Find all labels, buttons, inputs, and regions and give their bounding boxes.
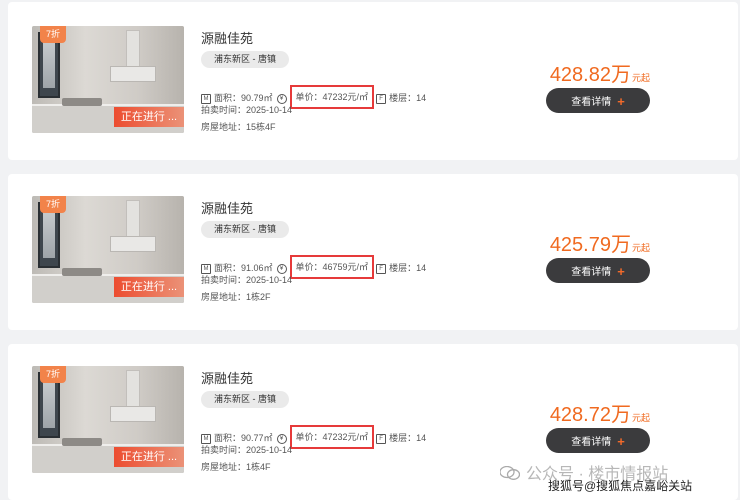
wechat-icon [500,466,520,480]
view-details-label: 查看详情 [571,267,612,278]
floor-text: 楼层：14 [389,433,427,443]
view-details-label: 查看详情 [571,97,612,108]
view-details-button[interactable]: 查看详情 + [546,428,650,453]
view-details-button[interactable]: 查看详情 + [546,258,650,283]
listing-name[interactable]: 源融佳苑 [201,28,253,47]
listing-name[interactable]: 源融佳苑 [201,368,253,387]
meta-row-area-price-floor: M 面积：90.77㎡ ¥ 单价：47232元/㎡ F 楼层：14 [201,425,427,449]
unit-price-highlight: 单价：47232元/㎡ [289,425,375,449]
floor-icon: F [376,263,387,274]
area-text: 面积：90.79㎡ [214,93,273,103]
discount-tag: 7折 [40,26,66,43]
listing-name[interactable]: 源融佳苑 [201,198,253,217]
listing-photo[interactable]: 7折 正在进行 ... [32,366,184,473]
district-tag: 浦东新区 - 唐镇 [201,391,289,408]
listing-photo[interactable]: 7折 正在进行 ... [32,26,184,133]
starting-price: 425.79万元起 [550,228,650,257]
auction-time: 拍卖时间：2025-10-14 [201,105,293,115]
view-details-label: 查看详情 [571,437,612,448]
price-suffix: 元起 [631,243,650,253]
kitchen-sink [62,268,102,276]
starting-price: 428.72万元起 [550,398,650,427]
range-hood-pipe [126,370,140,408]
district-tag: 浦东新区 - 唐镇 [201,51,289,68]
sohu-watermark: 搜狐号@搜狐焦点嘉峪关站 [548,479,693,493]
auction-time: 拍卖时间：2025-10-14 [201,275,293,285]
price-suffix: 元起 [631,73,650,83]
meta-row-area-price-floor: M 面积：90.79㎡ ¥ 单价：47232元/㎡ F 楼层：14 [201,85,427,109]
listing-photo[interactable]: 7折 正在进行 ... [32,196,184,303]
view-details-button[interactable]: 查看详情 + [546,88,650,113]
range-hood [110,406,156,422]
price-value: 428.72万 [549,404,631,426]
plus-icon: + [617,94,625,109]
unit-price-highlight: 单价：47232元/㎡ [289,85,375,109]
area-text: 面积：91.06㎡ [214,263,273,273]
status-ribbon: 正在进行 ... [114,277,184,297]
price-value: 425.79万 [549,234,631,256]
kitchen-sink [62,98,102,106]
meta-row-area-price-floor: M 面积：91.06㎡ ¥ 单价：46759元/㎡ F 楼层：14 [201,255,427,279]
floor-icon: F [376,93,387,104]
status-ribbon: 正在进行 ... [114,447,184,467]
plus-icon: + [617,434,625,449]
unit-price-highlight: 单价：46759元/㎡ [289,255,375,279]
auction-time: 拍卖时间：2025-10-14 [201,445,293,455]
discount-tag: 7折 [40,196,66,213]
discount-tag: 7折 [40,366,66,383]
house-address: 房屋地址：15栋4F [201,122,276,132]
plus-icon: + [617,264,625,279]
range-hood-pipe [126,30,140,68]
floor-text: 楼层：14 [389,93,427,103]
status-ribbon: 正在进行 ... [114,107,184,127]
price-value: 428.82万 [549,64,631,86]
listing-card[interactable]: 7折 正在进行 ... 源融佳苑 浦东新区 - 唐镇 M 面积：91.06㎡ ¥ 单价… [8,174,738,330]
range-hood [110,236,156,252]
district-tag: 浦东新区 - 唐镇 [201,221,289,238]
house-address: 房屋地址：1栋2F [201,292,271,302]
price-suffix: 元起 [631,413,650,423]
house-address: 房屋地址：1栋4F [201,462,271,472]
listing-card[interactable]: 7折 正在进行 ... 源融佳苑 浦东新区 - 唐镇 M 面积：90.79㎡ ¥ 单价… [8,2,738,160]
range-hood [110,66,156,82]
area-text: 面积：90.77㎡ [214,433,273,443]
floor-text: 楼层：14 [389,263,427,273]
range-hood-pipe [126,200,140,238]
floor-icon: F [376,433,387,444]
starting-price: 428.82万元起 [550,58,650,87]
kitchen-sink [62,438,102,446]
